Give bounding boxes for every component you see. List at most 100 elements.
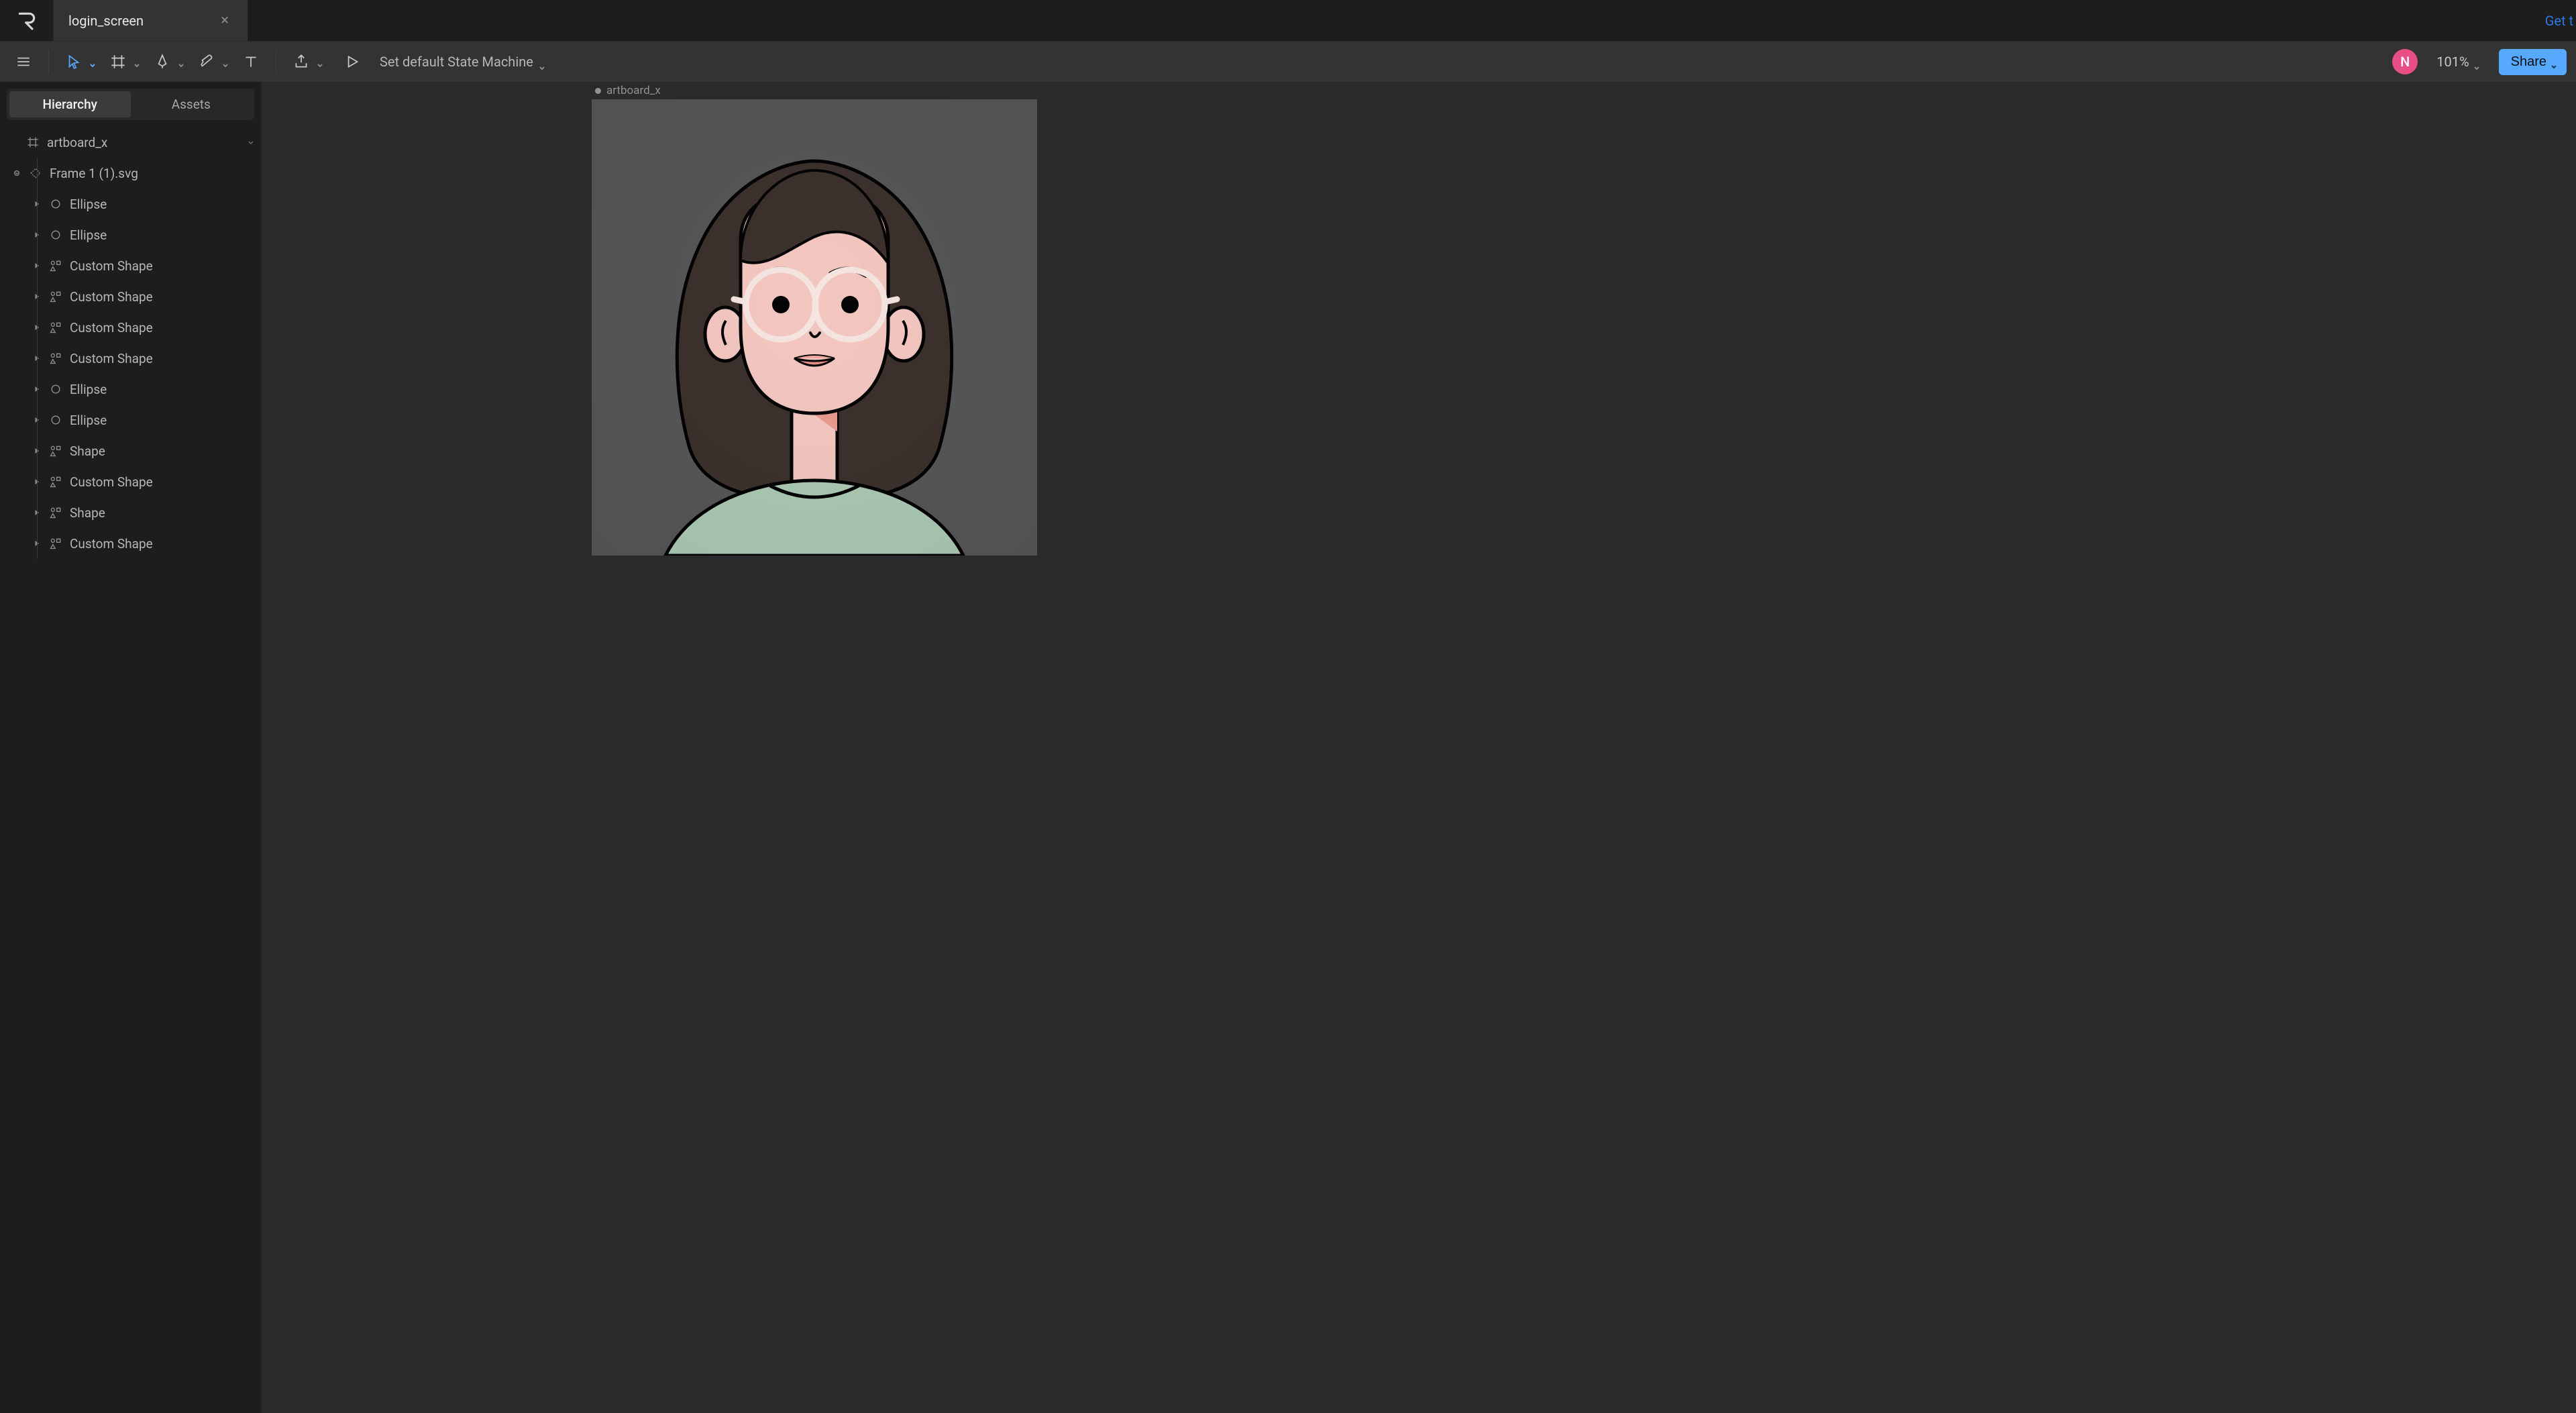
main-area: Hierarchy Assets artboard_x Frame 1 (1).s… <box>0 82 2576 1413</box>
caret-closed-icon[interactable] <box>32 446 42 456</box>
state-machine-dropdown[interactable]: Set default State Machine <box>373 54 552 70</box>
zoom-dropdown[interactable]: 101% <box>2436 54 2479 70</box>
close-tab-icon[interactable]: × <box>221 12 229 29</box>
tree-row[interactable]: Ellipse <box>0 219 261 250</box>
tree-row[interactable]: Custom Shape <box>0 466 261 497</box>
caret-closed-icon[interactable] <box>32 477 42 486</box>
caret-closed-icon[interactable] <box>32 230 42 240</box>
tree-row-label: Custom Shape <box>70 351 153 366</box>
tree-row-label: Frame 1 (1).svg <box>50 166 138 181</box>
tree-row[interactable]: Custom Shape <box>0 250 261 281</box>
artboard-tool[interactable] <box>104 48 142 76</box>
tree-row[interactable]: Frame 1 (1).svg <box>0 158 261 189</box>
file-tab[interactable]: login_screen × <box>54 0 248 41</box>
state-machine-label: Set default State Machine <box>380 54 533 70</box>
tree-row-label: Custom Shape <box>70 289 153 305</box>
tree-row[interactable]: Ellipse <box>0 405 261 435</box>
caret-closed-icon[interactable] <box>32 261 42 270</box>
select-tool[interactable] <box>60 48 97 76</box>
avatar-illustration <box>592 99 1037 556</box>
caret-none <box>9 138 19 147</box>
play-icon <box>343 53 361 70</box>
tab-assets[interactable]: Assets <box>131 91 252 117</box>
tree-row-label: Shape <box>70 505 105 521</box>
custom-icon <box>48 351 63 366</box>
app-logo[interactable] <box>0 0 54 41</box>
text-tool[interactable] <box>237 48 265 76</box>
artboard-icon <box>109 53 127 70</box>
caret-closed-icon[interactable] <box>32 508 42 517</box>
zoom-label: 101% <box>2436 54 2469 70</box>
ellipse-icon <box>48 227 63 242</box>
play-button[interactable] <box>338 48 366 76</box>
tree-row-label: Custom Shape <box>70 536 153 552</box>
caret-closed-icon[interactable] <box>32 292 42 301</box>
artboard-icon <box>25 135 40 150</box>
chevron-down-icon <box>89 58 96 65</box>
chevron-down-icon <box>2551 58 2557 65</box>
chevron-down-icon <box>133 58 140 65</box>
caret-open-icon[interactable] <box>12 168 21 178</box>
custom-icon <box>48 536 63 551</box>
export-icon <box>292 53 310 70</box>
tree-row[interactable]: Shape <box>0 435 261 466</box>
tree-row[interactable]: Custom Shape <box>0 281 261 312</box>
artboard-label[interactable]: artboard_x <box>595 84 661 97</box>
bone-icon <box>198 53 215 70</box>
pen-tool[interactable] <box>148 48 186 76</box>
tree-row-label: Custom Shape <box>70 258 153 274</box>
bone-tool[interactable] <box>193 48 230 76</box>
share-label: Share <box>2511 54 2546 70</box>
custom-icon <box>48 443 63 458</box>
chevron-down-icon[interactable] <box>246 138 256 147</box>
panel-tabs: Hierarchy Assets <box>7 89 254 120</box>
tree-row-label: Ellipse <box>70 382 107 397</box>
artboard-label-text: artboard_x <box>606 84 661 97</box>
file-tab-title: login_screen <box>68 13 144 29</box>
artboard-dot-icon <box>595 88 601 94</box>
tree-row-label: Custom Shape <box>70 320 153 335</box>
ellipse-icon <box>48 413 63 427</box>
tree-row[interactable]: Custom Shape <box>0 343 261 374</box>
custom-icon <box>48 289 63 304</box>
tree-row[interactable]: Custom Shape <box>0 528 261 559</box>
tree-row-label: Shape <box>70 443 105 459</box>
export-tool[interactable] <box>287 48 325 76</box>
caret-closed-icon[interactable] <box>32 384 42 394</box>
rive-logo-icon <box>16 10 38 32</box>
caret-closed-icon[interactable] <box>32 539 42 548</box>
text-icon <box>242 53 260 70</box>
ellipse-icon <box>48 382 63 397</box>
caret-closed-icon[interactable] <box>32 199 42 209</box>
menu-icon <box>15 53 32 70</box>
custom-icon <box>48 320 63 335</box>
caret-closed-icon[interactable] <box>32 323 42 332</box>
tree-row[interactable]: Ellipse <box>0 189 261 219</box>
artboard[interactable] <box>592 99 1037 556</box>
tree-row-label: Ellipse <box>70 227 107 243</box>
hierarchy-tree: artboard_x Frame 1 (1).svg Ellipse Ellipse C… <box>0 127 261 1413</box>
tree-row-label: Ellipse <box>70 197 107 212</box>
tree-row-label: artboard_x <box>47 135 107 150</box>
titlebar-link[interactable]: Get t <box>2545 0 2576 41</box>
caret-closed-icon[interactable] <box>32 415 42 425</box>
tree-row[interactable]: Ellipse <box>0 374 261 405</box>
tree-row[interactable]: artboard_x <box>0 127 261 158</box>
tool-bar: Set default State Machine N 101% Share <box>0 42 2576 82</box>
tree-row[interactable]: Custom Shape <box>0 312 261 343</box>
canvas[interactable]: artboard_x <box>262 82 2576 1413</box>
tree-row[interactable]: Shape <box>0 497 261 528</box>
chevron-down-icon <box>317 58 323 65</box>
hamburger-menu[interactable] <box>9 48 38 76</box>
chevron-down-icon <box>178 58 184 65</box>
user-avatar[interactable]: N <box>2392 49 2418 74</box>
custom-icon <box>48 258 63 273</box>
custom-icon <box>48 474 63 489</box>
tab-hierarchy[interactable]: Hierarchy <box>9 91 131 117</box>
ellipse-icon <box>48 197 63 211</box>
share-button[interactable]: Share <box>2499 49 2567 75</box>
left-panel: Hierarchy Assets artboard_x Frame 1 (1).s… <box>0 82 262 1413</box>
tree-row-label: Custom Shape <box>70 474 153 490</box>
caret-closed-icon[interactable] <box>32 354 42 363</box>
chevron-down-icon <box>539 58 545 65</box>
